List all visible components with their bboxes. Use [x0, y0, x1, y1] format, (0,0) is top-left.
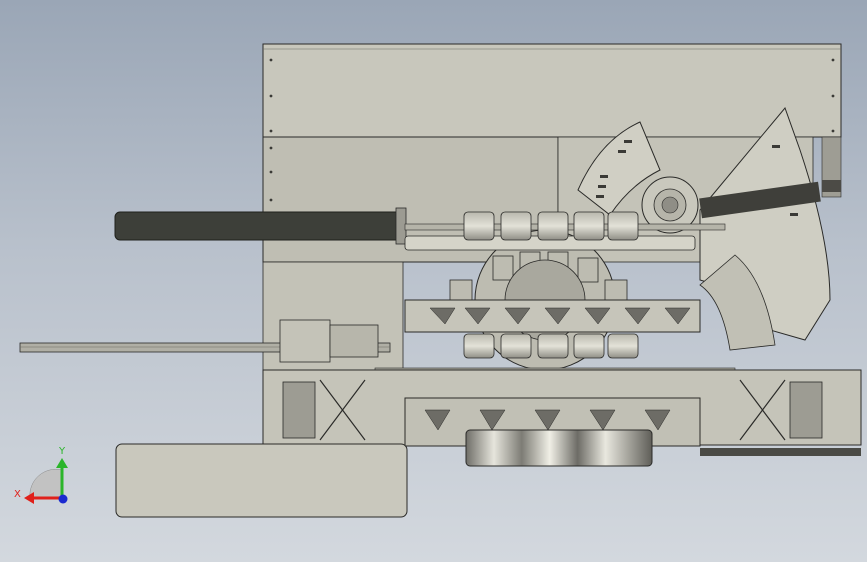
- ejector-rod: [19, 319, 391, 363]
- base-plate: [115, 443, 408, 518]
- bottom-rail: [700, 448, 861, 456]
- z-axis-dot: [58, 494, 68, 504]
- cad-viewport[interactable]: X Y: [0, 0, 867, 562]
- y-axis-label: Y: [58, 446, 66, 457]
- flywheel: [465, 429, 653, 467]
- coordinate-triad: X Y: [14, 446, 68, 504]
- x-axis-label: X: [14, 489, 21, 500]
- middle-roller-row: [463, 333, 639, 359]
- assembly-drawing: X Y: [14, 43, 862, 518]
- upper-roller-row: [463, 211, 639, 241]
- upper-truss-beam: [404, 299, 701, 333]
